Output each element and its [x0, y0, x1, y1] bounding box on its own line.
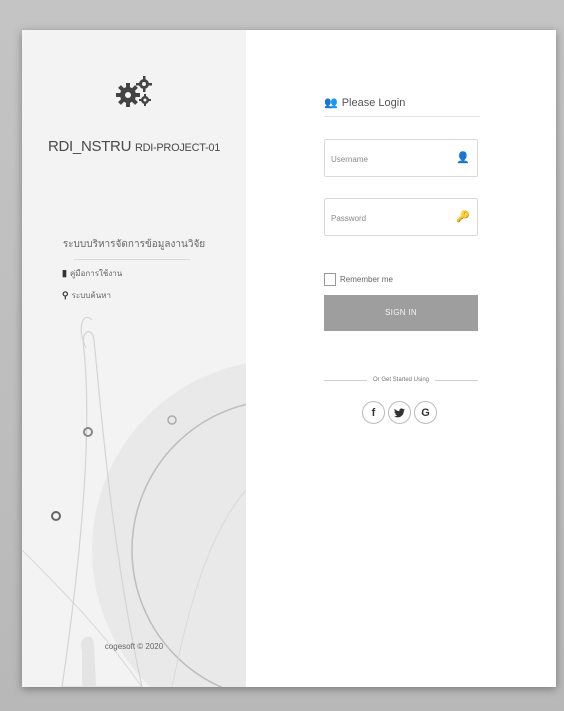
- copyright-text: cogesoft © 2020: [104, 642, 164, 651]
- app-title-main: RDI_NSTRU: [47, 138, 132, 155]
- google-icon[interactable]: G: [414, 401, 437, 424]
- divider-line-left: [324, 379, 367, 381]
- manual-link[interactable]: ▮ คู่มือการใช้งาน: [62, 267, 122, 280]
- username-input[interactable]: [331, 152, 451, 166]
- search-system-link[interactable]: ⚲ ระบบค้นหา: [62, 289, 111, 302]
- username-field[interactable]: 👤: [324, 139, 478, 177]
- chess-decoration: [22, 316, 246, 687]
- user-icon: 👤: [456, 152, 470, 164]
- key-icon: 🔑: [456, 211, 470, 223]
- login-heading-text: Please Login: [341, 96, 406, 109]
- password-input[interactable]: [331, 211, 451, 225]
- app-subtitle: ระบบบริหารจัดการข้อมูลงานวิจัย: [62, 239, 206, 250]
- book-icon: ▮: [62, 268, 67, 278]
- social-buttons: f G: [362, 401, 437, 424]
- social-divider: Or Get Started Using: [324, 375, 478, 385]
- remember-checkbox[interactable]: [324, 273, 336, 286]
- login-panel: 👥 Please Login 👤 🔑 Remember me SIGN IN O…: [246, 30, 556, 687]
- app-title-sub: RDI-PROJECT-01: [134, 142, 221, 154]
- facebook-icon[interactable]: f: [362, 401, 385, 424]
- app-title: RDI_NSTRU RDI-PROJECT-01: [22, 138, 246, 155]
- divider-line-right: [435, 379, 478, 381]
- twitter-icon[interactable]: [388, 401, 411, 424]
- signin-button[interactable]: SIGN IN: [324, 295, 478, 331]
- search-system-link-label: ระบบค้นหา: [71, 291, 111, 300]
- password-field[interactable]: 🔑: [324, 198, 478, 236]
- brand-divider: [74, 259, 190, 260]
- social-divider-text: Or Get Started Using: [372, 377, 430, 383]
- login-card: RDI_NSTRU RDI-PROJECT-01 ระบบบริหารจัดกา…: [22, 30, 556, 687]
- login-heading: 👥 Please Login: [324, 96, 480, 117]
- remember-label: Remember me: [340, 275, 393, 284]
- users-icon: 👥: [324, 97, 338, 109]
- brand-panel: RDI_NSTRU RDI-PROJECT-01 ระบบบริหารจัดกา…: [22, 30, 246, 687]
- manual-link-label: คู่มือการใช้งาน: [69, 269, 123, 278]
- remember-me[interactable]: Remember me: [324, 273, 393, 286]
- search-icon: ⚲: [62, 290, 69, 300]
- gears-icon: [114, 74, 154, 110]
